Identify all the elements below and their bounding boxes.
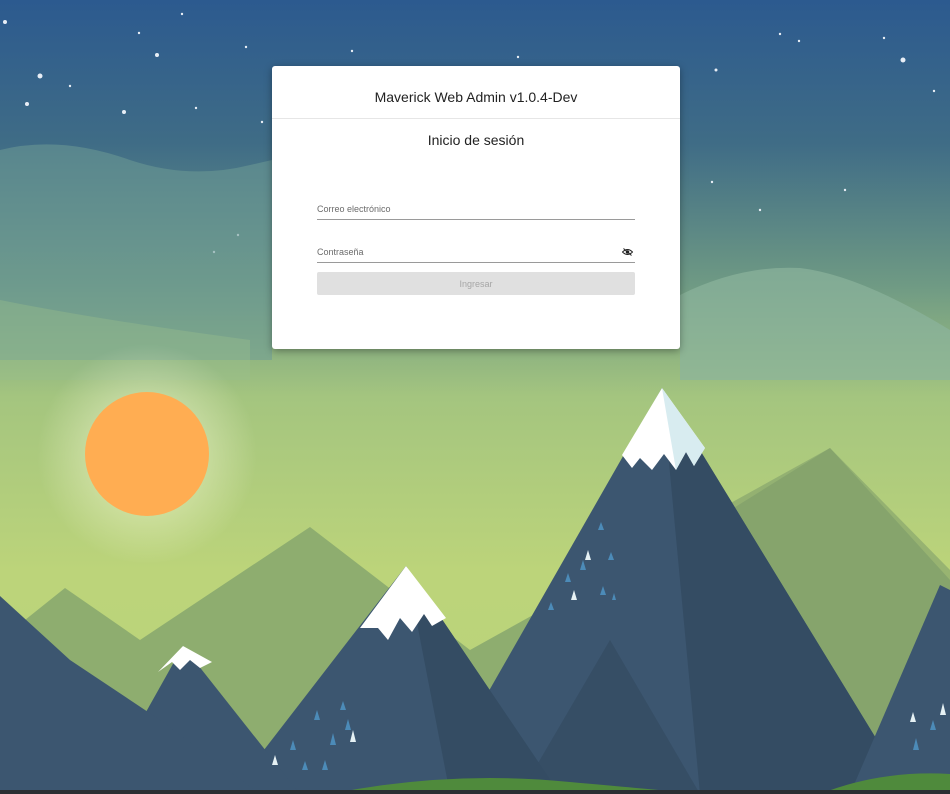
login-heading: Inicio de sesión — [427, 132, 525, 148]
window-bottom-edge — [0, 790, 950, 794]
app-title: Maverick Web Admin v1.0.4-Dev — [374, 89, 578, 105]
email-field[interactable] — [317, 204, 635, 214]
login-card: Maverick Web Admin v1.0.4-Dev Inicio de … — [272, 66, 680, 349]
email-field-container — [317, 199, 635, 220]
password-field[interactable] — [317, 247, 635, 257]
login-submit-button[interactable]: Ingresar — [317, 272, 635, 295]
sun — [85, 392, 209, 516]
password-field-container — [317, 242, 635, 263]
card-header: Maverick Web Admin v1.0.4-Dev — [272, 66, 680, 119]
eye-off-icon[interactable] — [622, 248, 633, 256]
